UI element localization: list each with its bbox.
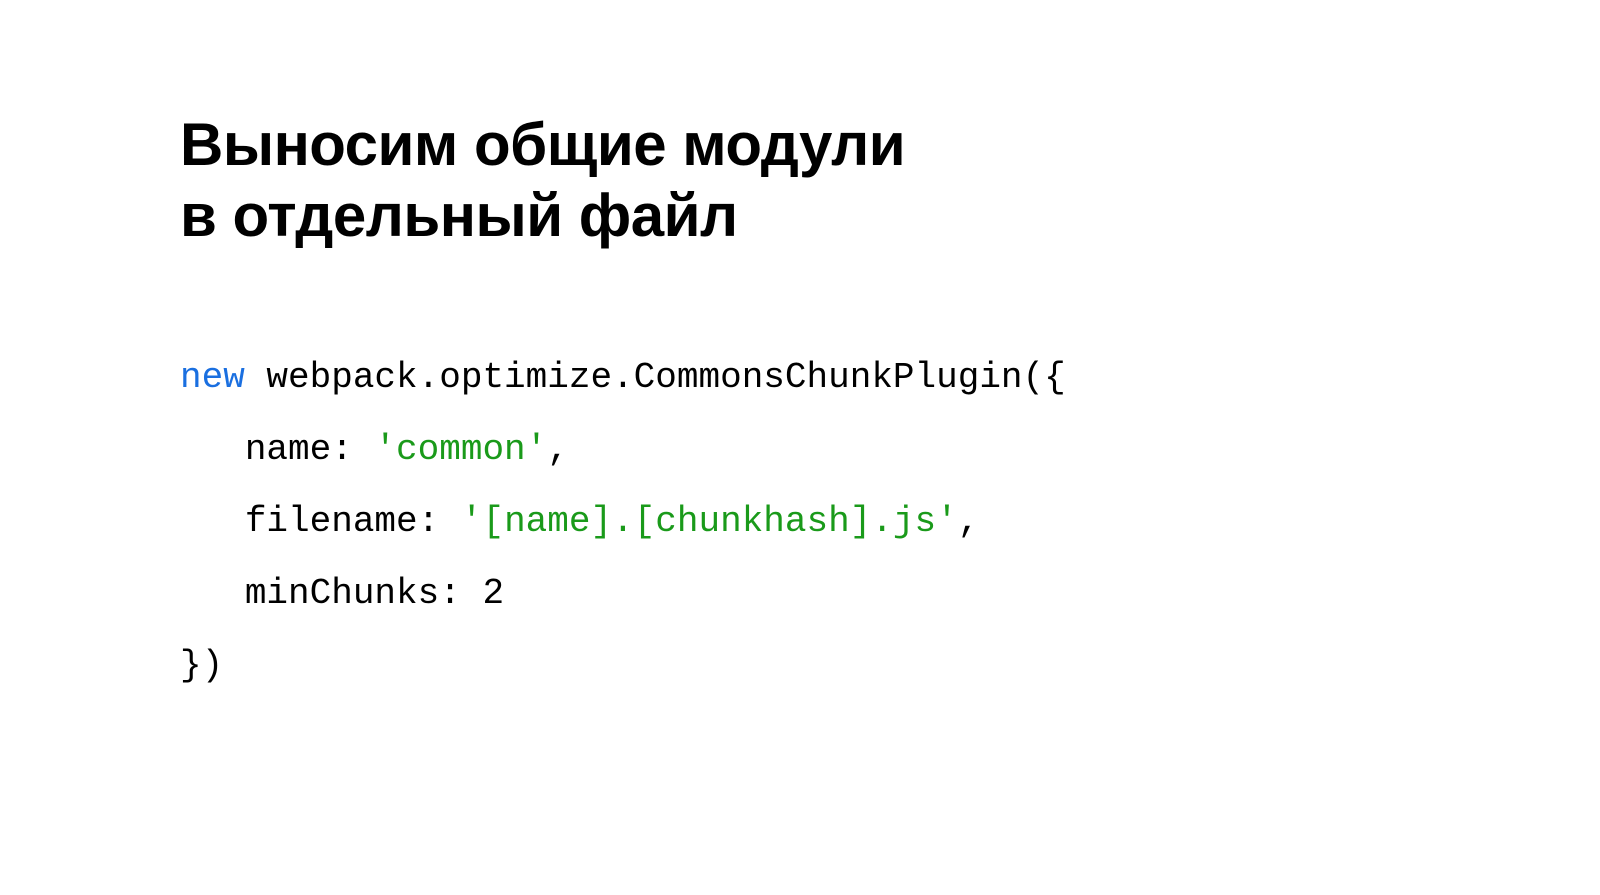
code-l2-comma: , (547, 429, 569, 470)
code-l5: }) (180, 645, 223, 686)
code-l3-key: filename: (245, 501, 461, 542)
code-l1-rest: webpack.optimize.CommonsChunkPlugin({ (245, 357, 1066, 398)
code-l3-indent (180, 501, 245, 542)
code-l4-indent (180, 573, 245, 614)
title-line-2: в отдельный файл (180, 182, 738, 249)
code-l2-key: name: (245, 429, 375, 470)
slide-title: Выносим общие модули в отдельный файл (180, 110, 1420, 252)
code-keyword-new: new (180, 357, 245, 398)
code-l3-comma: , (958, 501, 980, 542)
slide-container: Выносим общие модули в отдельный файл ne… (0, 0, 1600, 895)
title-line-1: Выносим общие модули (180, 111, 905, 178)
code-block: new webpack.optimize.CommonsChunkPlugin(… (180, 342, 1420, 702)
code-l3-string: '[name].[chunkhash].js' (461, 501, 958, 542)
code-l4-key: minChunks: 2 (245, 573, 504, 614)
code-l2-string: 'common' (374, 429, 547, 470)
code-l2-indent (180, 429, 245, 470)
